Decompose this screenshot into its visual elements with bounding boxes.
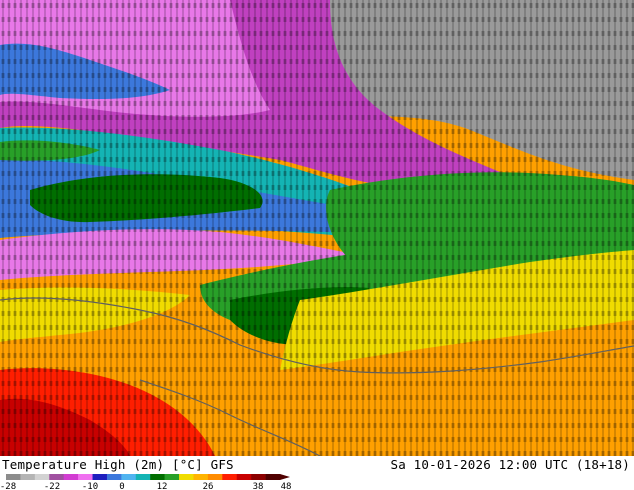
legend-tick-label: 12 bbox=[157, 482, 168, 490]
legend-tick-label: -22 bbox=[44, 482, 60, 490]
legend-swatch bbox=[78, 474, 93, 480]
legend-swatch bbox=[222, 474, 238, 480]
legend-swatch bbox=[150, 474, 165, 480]
legend-swatch bbox=[179, 474, 194, 480]
legend-swatch bbox=[135, 474, 151, 480]
map-frame: Temperature High (2m) [°C] GFS Sa 10-01-… bbox=[0, 0, 634, 490]
legend-swatch bbox=[92, 474, 108, 480]
legend-tick-label: -10 bbox=[82, 482, 98, 490]
legend-swatch bbox=[20, 474, 36, 480]
legend-swatch bbox=[6, 474, 21, 480]
legend-swatch bbox=[63, 474, 79, 480]
legend-tick-label: 38 bbox=[253, 482, 264, 490]
legend-tick-label: 48 bbox=[281, 482, 292, 490]
legend-tick-label: 26 bbox=[203, 482, 214, 490]
legend-arrow bbox=[280, 474, 290, 480]
legend-swatch bbox=[106, 474, 122, 480]
legend-tick-label: 0 bbox=[119, 482, 124, 490]
legend-swatch bbox=[207, 474, 223, 480]
color-legend: -28 -22 -10 0 12 26 38 48 bbox=[0, 474, 291, 490]
legend-swatch bbox=[121, 474, 137, 480]
legend-tick-label: -28 bbox=[0, 482, 16, 490]
map-datetime: Sa 10-01-2026 12:00 UTC (18+18) bbox=[390, 457, 630, 472]
legend-swatch bbox=[49, 474, 64, 480]
legend-swatch bbox=[265, 474, 281, 480]
legend-swatch bbox=[236, 474, 252, 480]
contour-hatching bbox=[0, 0, 634, 456]
legend-swatch bbox=[34, 474, 50, 480]
legend-swatch bbox=[251, 474, 266, 480]
legend-ticks: -28 -22 -10 0 12 26 38 48 bbox=[0, 482, 291, 490]
legend-swatch bbox=[164, 474, 180, 480]
map-title: Temperature High (2m) [°C] GFS bbox=[2, 457, 234, 472]
legend-color-bar bbox=[6, 474, 290, 480]
legend-swatch bbox=[193, 474, 209, 480]
temperature-map bbox=[0, 0, 634, 456]
footer-bar: Temperature High (2m) [°C] GFS Sa 10-01-… bbox=[0, 456, 634, 490]
